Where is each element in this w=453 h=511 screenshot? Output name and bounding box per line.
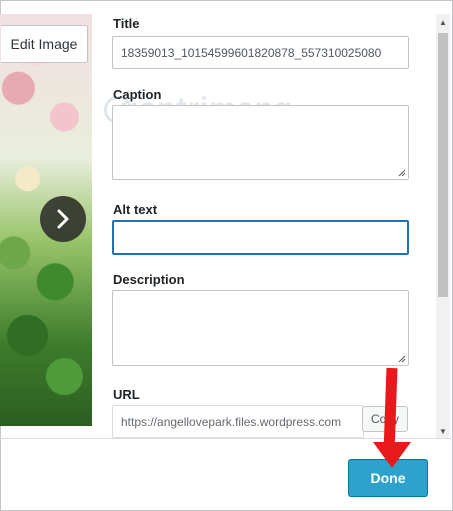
title-input[interactable]: 18359013_10154599601820878_557310025080: [112, 36, 409, 69]
red-arrow-head: [373, 442, 411, 468]
scroll-down-icon[interactable]: ▼: [438, 426, 448, 436]
scroll-up-icon[interactable]: ▲: [438, 17, 448, 27]
caption-label: Caption: [113, 87, 162, 102]
caption-textarea[interactable]: [112, 105, 409, 180]
chevron-right-icon: [57, 209, 69, 229]
url-input[interactable]: https://angellovepark.files.wordpress.co…: [112, 405, 364, 438]
alt-text-input[interactable]: [112, 220, 409, 255]
title-label: Title: [113, 16, 140, 31]
next-image-button[interactable]: [40, 196, 86, 242]
resize-handle-icon[interactable]: [398, 355, 406, 363]
url-label: URL: [113, 387, 140, 402]
scrollbar-thumb[interactable]: [438, 33, 448, 297]
resize-handle-icon[interactable]: [398, 169, 406, 177]
edit-image-button[interactable]: Edit Image: [1, 25, 88, 63]
alt-text-label: Alt text: [113, 202, 158, 217]
description-textarea[interactable]: [112, 290, 409, 366]
description-label: Description: [113, 272, 185, 287]
